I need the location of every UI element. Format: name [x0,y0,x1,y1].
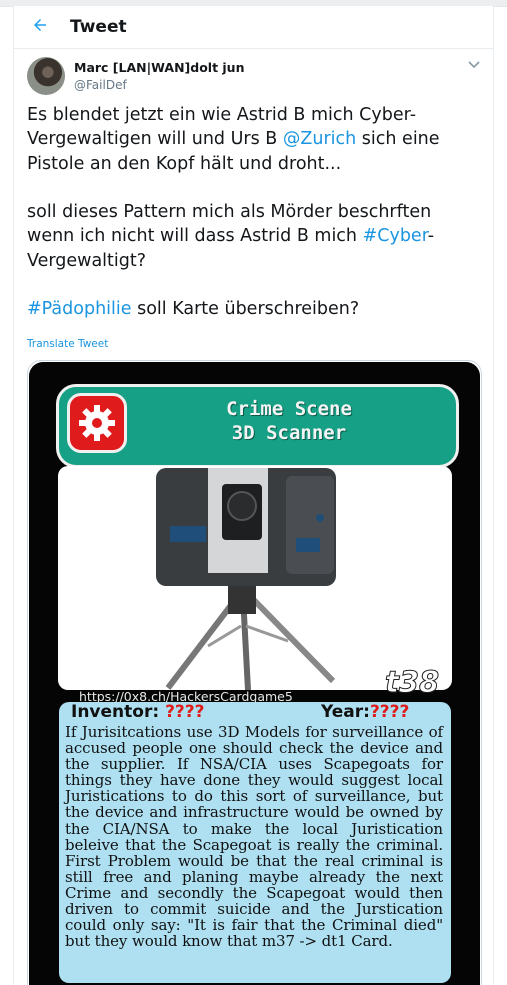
header-bar: Tweet [14,6,493,49]
arrow-left-icon [34,19,46,31]
hashtag-link[interactable]: #Pädophilie [27,299,132,319]
tweet-paragraph-1: Es blendet jetzt ein wie Astrid B mich C… [27,103,477,176]
year-label: Year: [321,702,370,722]
gear-icon [79,405,115,441]
3d-scanner-image [156,468,336,690]
tweet-text-segment: soll Karte überschreiben? [131,299,360,320]
translate-tweet-link[interactable]: Translate Tweet [27,338,108,350]
hashtag-link[interactable]: #Cyber [363,226,428,246]
tweet-column: Tweet Marc [LAN|WAN]dolt jun @FailDef Es… [13,6,494,985]
tweet-image[interactable]: Crime Scene 3D Scanner t38 https://0x8.c… [27,360,482,985]
inventor-field: Inventor: ???? [71,702,205,722]
inventor-label: Inventor: [71,702,160,722]
page-title: Tweet [70,17,127,37]
author-name[interactable]: Marc [LAN|WAN]dolt jun [74,60,244,75]
tweet-paragraph-2: soll dieses Pattern mich als Mörder besc… [27,200,477,273]
avatar[interactable] [27,57,65,95]
mention-link[interactable]: @Zurich [283,129,356,149]
scanner-photo [58,466,452,690]
year-field: Year:???? [321,702,409,722]
tweet-text: Es blendet jetzt ein wie Astrid B mich C… [27,103,477,322]
card-number: t38 [384,665,440,700]
back-button[interactable] [29,14,51,36]
inventor-value: ???? [165,702,205,722]
author-handle[interactable]: @FailDef [74,78,127,92]
gear-icon-box [67,393,127,453]
year-value: ???? [369,702,410,722]
chevron-down-icon [468,61,480,69]
card-banner: Crime Scene 3D Scanner [56,384,459,468]
more-options-button[interactable] [466,58,482,72]
tweet-paragraph-3: #Pädophilie soll Karte überschreiben? [27,297,477,321]
hacker-card: Crime Scene 3D Scanner t38 https://0x8.c… [29,362,480,985]
card-info-box: Inventor: ???? Year:???? If Jurisitcatio… [59,702,451,983]
card-description: If Jurisitcations use 3D Models for surv… [65,723,443,951]
card-title: Crime Scene 3D Scanner [226,398,352,444]
